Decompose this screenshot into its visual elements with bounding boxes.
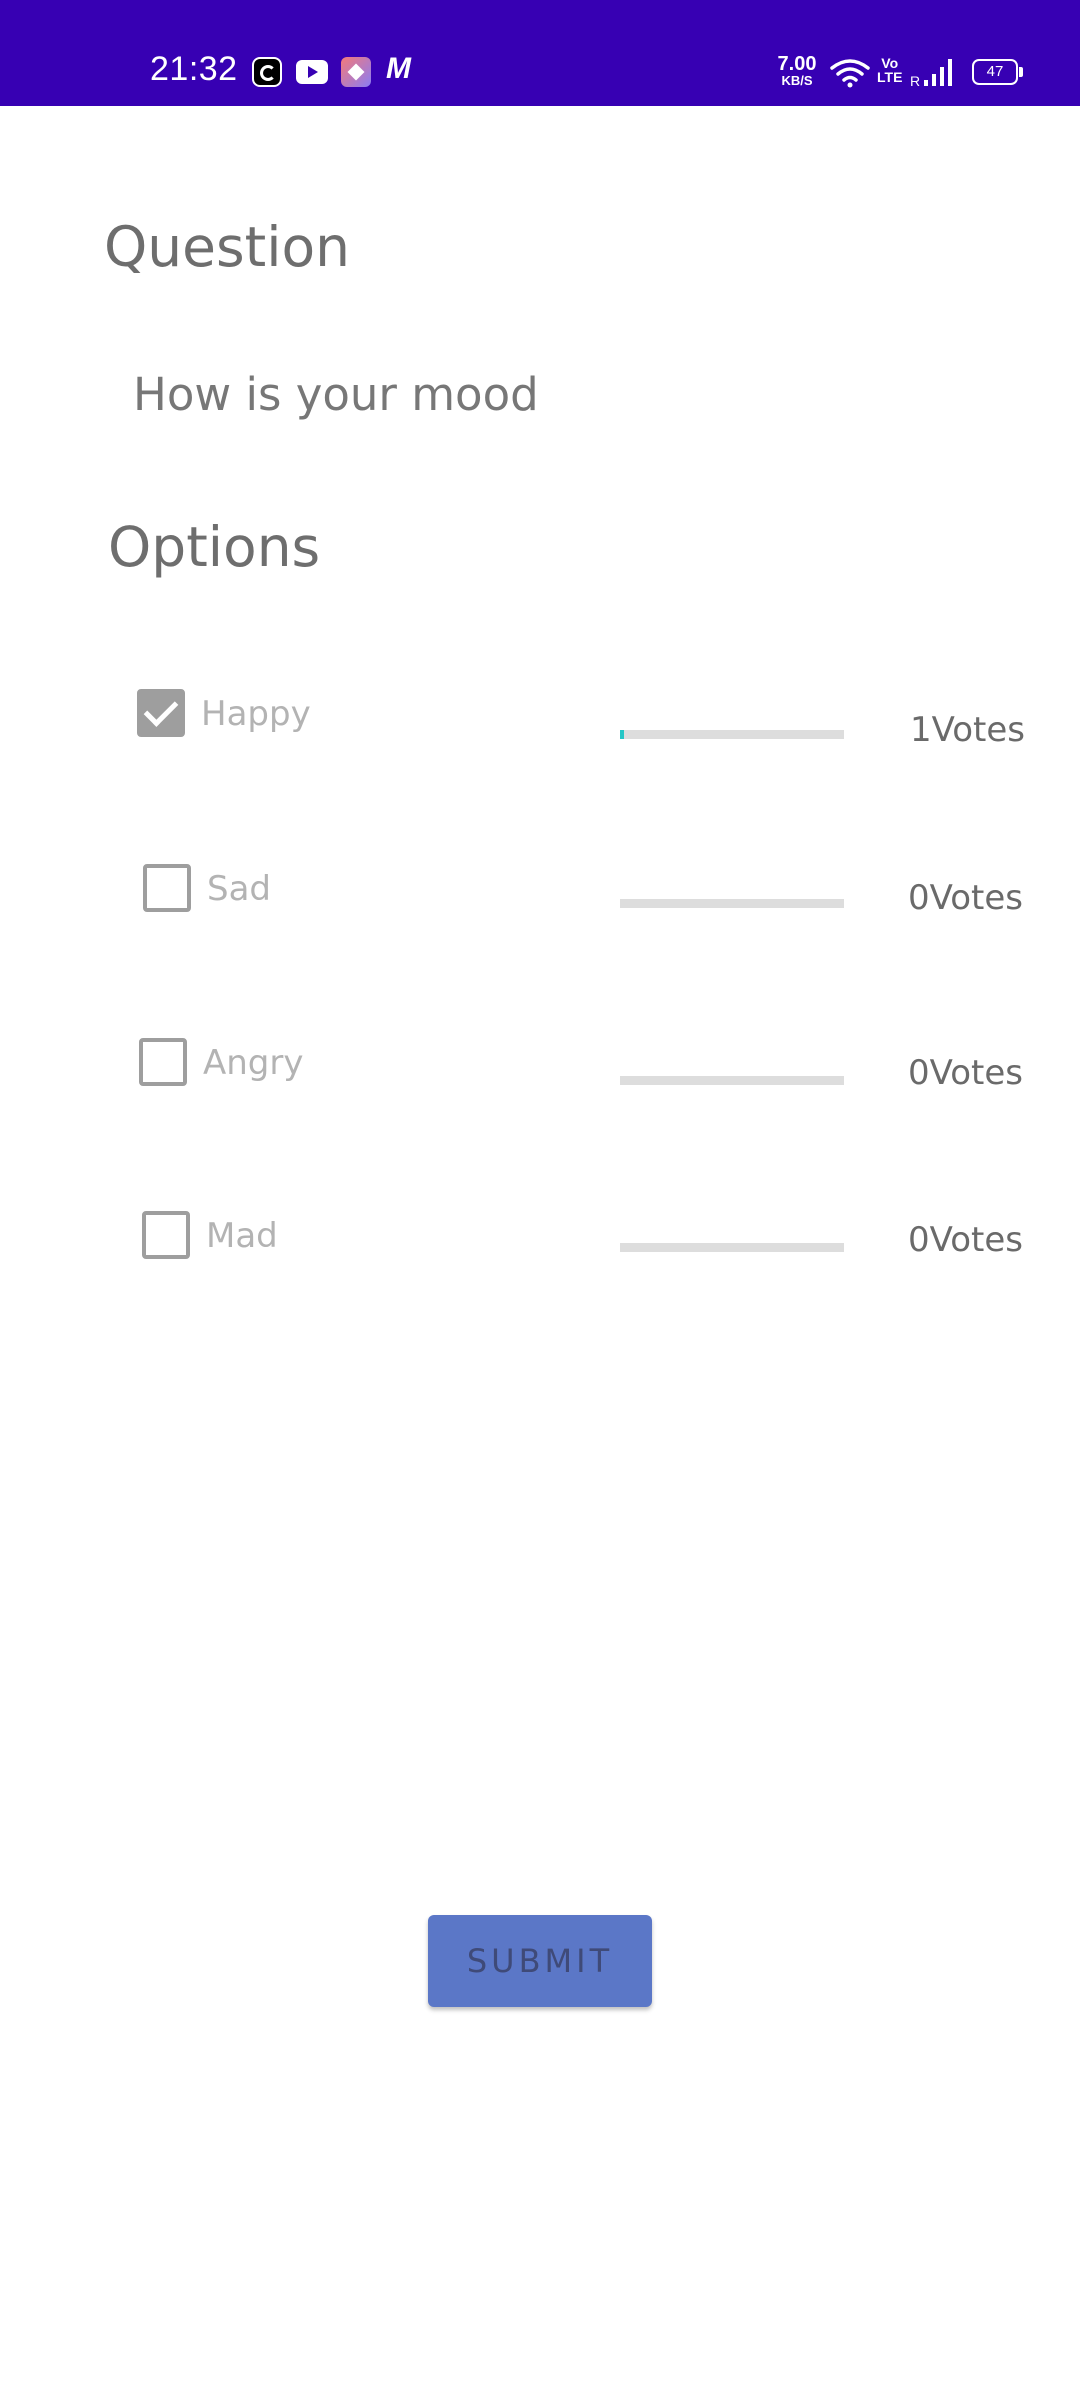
app-icon xyxy=(341,57,371,87)
vote-count-sad: 0Votes xyxy=(908,878,1024,918)
vote-progress-bar-sad xyxy=(620,899,844,908)
option-row-mad: Mad 0Votes xyxy=(0,1199,1080,1299)
question-text: How is your mood xyxy=(133,368,539,421)
vote-progress-bar-happy xyxy=(620,730,844,739)
option-row-angry: Angry 0Votes xyxy=(0,1026,1080,1126)
status-time: 21:32 xyxy=(150,50,238,88)
option-checkbox-happy[interactable] xyxy=(137,689,185,737)
option-label-mad: Mad xyxy=(206,1216,278,1256)
volte-indicator: Vo LTE xyxy=(877,56,902,84)
signal-icon: R xyxy=(910,59,952,88)
options-heading: Options xyxy=(108,515,321,579)
wifi-icon xyxy=(830,59,870,88)
status-bar: 21:32 M 7.00 KB/S Vo LTE R 47 xyxy=(0,0,1080,106)
poll-screen: 21:32 M 7.00 KB/S Vo LTE R 47 Question H… xyxy=(0,0,1080,2400)
vote-progress-bar-mad xyxy=(620,1243,844,1252)
youtube-icon xyxy=(296,60,328,84)
option-label-sad: Sad xyxy=(207,869,271,909)
battery-icon: 47 xyxy=(972,59,1023,85)
option-checkbox-angry[interactable] xyxy=(139,1038,187,1086)
vote-count-happy: 1Votes xyxy=(910,710,1026,750)
vote-count-angry: 0Votes xyxy=(908,1053,1024,1093)
option-row-happy: Happy 1Votes xyxy=(0,680,1080,780)
c-app-icon xyxy=(252,57,282,87)
vote-progress-bar-angry xyxy=(620,1076,844,1085)
submit-button[interactable]: SUBMIT xyxy=(428,1915,652,2007)
option-checkbox-sad[interactable] xyxy=(143,864,191,912)
option-label-angry: Angry xyxy=(203,1043,304,1083)
option-checkbox-mad[interactable] xyxy=(142,1211,190,1259)
option-row-sad: Sad 0Votes xyxy=(0,853,1080,953)
network-speed-value: 7.00 xyxy=(777,53,817,75)
network-speed-unit: KB/S xyxy=(781,73,813,88)
roaming-indicator: R xyxy=(910,73,920,88)
volte-bottom: LTE xyxy=(877,69,903,85)
network-speed: 7.00 KB/S xyxy=(772,54,822,87)
vote-count-mad: 0Votes xyxy=(908,1220,1024,1260)
question-heading: Question xyxy=(104,215,350,279)
m-app-icon: M xyxy=(386,52,411,85)
vote-progress-fill-happy xyxy=(620,730,624,739)
option-label-happy: Happy xyxy=(201,694,311,734)
